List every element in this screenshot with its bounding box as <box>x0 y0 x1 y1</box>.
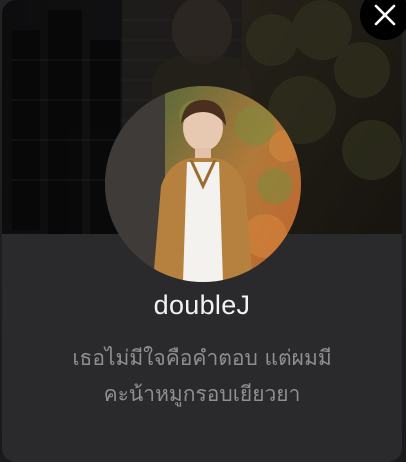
profile-name: doubleJ <box>153 290 251 320</box>
profile-card: doubleJ เธอไม่มีใจคือคำตอบ แต่ผมมี คะน้า… <box>2 0 402 462</box>
close-icon <box>373 3 397 27</box>
profile-bio-line-2: คะน้าหมูกรอบเยียวยา <box>103 382 301 406</box>
profile-preview-screen: doubleJ เธอไม่มีใจคือคำตอบ แต่ผมมี คะน้า… <box>0 0 406 462</box>
profile-bio: เธอไม่มีใจคือคำตอบ แต่ผมมี คะน้าหมูกรอบเ… <box>22 340 382 412</box>
profile-avatar[interactable] <box>105 86 301 282</box>
profile-bio-line-1: เธอไม่มีใจคือคำตอบ แต่ผมมี <box>72 346 332 370</box>
